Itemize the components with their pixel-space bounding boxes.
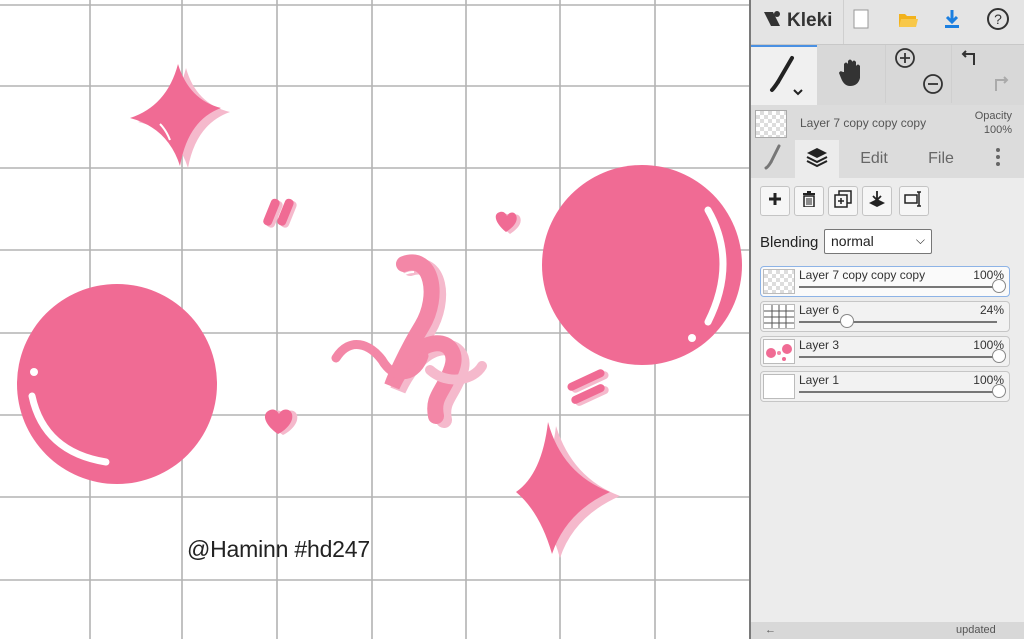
layer-opacity-knob[interactable]	[992, 349, 1006, 363]
layer-thumbnail	[763, 374, 795, 399]
chevron-down-icon: ⌵	[915, 233, 925, 247]
blending-label: Blending	[760, 234, 819, 251]
tab-file[interactable]: File	[909, 140, 973, 178]
watermark-text: @Haminn #hd247	[187, 536, 370, 562]
brush-icon	[764, 52, 804, 101]
arrow-left-icon[interactable]: ←	[765, 624, 776, 636]
redo-icon	[988, 73, 1010, 100]
layer-name: Layer 1	[799, 373, 840, 387]
blending-select[interactable]: normal ⌵	[824, 229, 932, 254]
merge-down-button[interactable]	[862, 186, 892, 216]
hand-tool-button[interactable]	[817, 45, 885, 103]
delete-layer-button[interactable]	[794, 186, 824, 216]
new-image-icon	[853, 9, 869, 34]
double-dash-mark	[263, 198, 297, 228]
layer-opacity-slider[interactable]	[799, 356, 997, 358]
add-layer-icon	[768, 192, 782, 211]
double-dash-right	[567, 369, 609, 406]
top-bar: Kleki ?	[751, 0, 1024, 44]
layer-name: Layer 7 copy copy copy	[799, 268, 926, 282]
tab-brush[interactable]	[751, 140, 795, 178]
bottom-bar: ← updated	[751, 622, 1024, 639]
layer-item[interactable]: Layer 1 100%	[760, 371, 1010, 402]
open-button[interactable]	[891, 6, 925, 36]
app-name: Kleki	[787, 10, 833, 31]
hand-icon	[836, 56, 866, 93]
brush-tool-button[interactable]	[751, 45, 817, 105]
layer-opacity-knob[interactable]	[992, 384, 1006, 398]
current-layer-name: Layer 7 copy copy copy	[800, 116, 927, 130]
layer-opacity-knob[interactable]	[992, 279, 1006, 293]
drawing-canvas[interactable]: @Haminn #hd247	[0, 0, 749, 639]
rename-layer-button[interactable]	[899, 186, 929, 216]
current-layer-thumbnail	[755, 110, 787, 138]
sparkle-top-left	[130, 64, 230, 168]
undo-icon	[960, 47, 982, 74]
brush-tab-icon	[762, 143, 784, 176]
layer-opacity-knob[interactable]	[840, 314, 854, 328]
kleki-logo-icon	[761, 8, 783, 35]
current-layer-opacity: Opacity 100%	[975, 109, 1012, 137]
save-button[interactable]	[935, 6, 969, 36]
add-layer-button[interactable]	[760, 186, 790, 216]
small-heart-top	[495, 211, 521, 234]
small-heart-left	[264, 409, 298, 435]
opacity-value: 100%	[983, 124, 1012, 136]
help-icon: ?	[986, 7, 1010, 36]
layer-thumbnail	[763, 304, 795, 329]
duplicate-layer-button[interactable]	[828, 186, 858, 216]
zoom-out-button[interactable]	[921, 71, 945, 101]
zoom-in-button[interactable]	[893, 45, 917, 75]
bubble-left	[17, 284, 217, 484]
current-layer-info: Layer 7 copy copy copy Opacity 100%	[751, 104, 1024, 140]
separator	[951, 45, 952, 103]
layer-item[interactable]: Layer 6 24%	[760, 301, 1010, 332]
panel-tabs: Edit File	[751, 140, 1024, 178]
tool-row	[751, 44, 1024, 105]
tab-edit[interactable]: Edit	[839, 140, 909, 178]
svg-text:?: ?	[994, 11, 1002, 27]
diamond-bottom	[516, 422, 620, 558]
layer-item[interactable]: Layer 3 100%	[760, 336, 1010, 367]
canvas-artwork	[0, 0, 749, 639]
layer-opacity-slider[interactable]	[799, 286, 997, 288]
layer-thumbnail	[763, 269, 795, 294]
lettering-k	[331, 254, 487, 428]
layer-opacity-slider[interactable]	[799, 321, 997, 323]
new-image-button[interactable]	[844, 6, 878, 36]
open-folder-icon	[897, 9, 919, 34]
tab-layers[interactable]	[795, 140, 839, 178]
tool-panel: Kleki ? Layer 7 copy copy copy Opacity 1…	[751, 0, 1024, 639]
blending-value: normal	[831, 233, 874, 249]
layers-tab-icon	[805, 146, 829, 173]
layer-item[interactable]: Layer 7 copy copy copy 100%	[760, 266, 1010, 297]
help-button[interactable]: ?	[981, 6, 1015, 36]
layers-tab-content: Blending normal ⌵ Layer 7 copy copy copy…	[751, 178, 1024, 639]
zoom-out-icon	[922, 73, 944, 100]
opacity-label: Opacity	[974, 110, 1012, 122]
layer-opacity: 24%	[979, 303, 1004, 317]
rename-layer-icon	[904, 190, 924, 213]
layer-name: Layer 6	[799, 303, 840, 317]
merge-down-icon	[868, 190, 886, 213]
zoom-in-icon	[894, 47, 916, 74]
redo-button[interactable]	[987, 71, 1011, 101]
duplicate-layer-icon	[834, 189, 852, 213]
separator	[885, 45, 886, 103]
layer-name: Layer 3	[799, 338, 840, 352]
delete-layer-icon	[802, 190, 816, 212]
undo-button[interactable]	[959, 45, 983, 75]
updated-label[interactable]: updated	[956, 624, 996, 636]
layer-opacity-slider[interactable]	[799, 391, 997, 393]
save-download-icon	[942, 8, 962, 35]
more-vertical-icon	[995, 146, 1001, 173]
layer-thumbnail	[763, 339, 795, 364]
more-menu-button[interactable]	[985, 140, 1011, 178]
bubble-right	[542, 165, 742, 365]
kleki-logo[interactable]: Kleki	[761, 6, 845, 36]
